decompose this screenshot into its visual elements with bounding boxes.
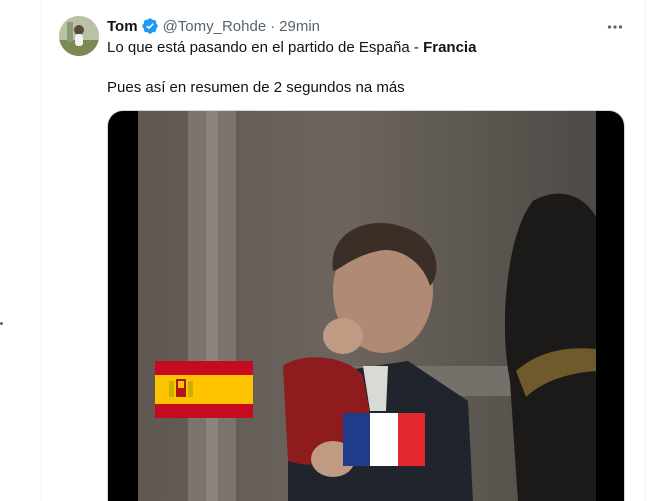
- edge-dot: [0, 322, 3, 325]
- more-options-button[interactable]: [602, 14, 628, 40]
- tweet-text-line-1: Lo que está pasando en el partido de Esp…: [107, 38, 627, 58]
- tweet-text-line-2: Pues así en resumen de 2 segundos na más: [107, 79, 405, 96]
- avatar-image: [59, 16, 99, 56]
- tweet-text-gap: [107, 58, 627, 78]
- verified-badge-icon[interactable]: [141, 17, 159, 35]
- tweet-text: Lo que está pasando en el partido de Esp…: [107, 38, 627, 98]
- timeline-right-border: [645, 0, 646, 501]
- video-still: [138, 111, 596, 501]
- tweet[interactable]: Tom @Tomy_Rohde · 29min Lo que está pasa…: [42, 0, 645, 501]
- video-frame[interactable]: [138, 111, 596, 501]
- tweet-header: Tom @Tomy_Rohde · 29min: [107, 16, 320, 36]
- avatar[interactable]: [59, 16, 99, 56]
- author-handle[interactable]: @Tomy_Rohde: [163, 18, 267, 35]
- tweet-timestamp[interactable]: 29min: [279, 18, 320, 35]
- france-flag-icon: [343, 413, 425, 466]
- more-horizontal-icon: [607, 25, 623, 29]
- tweet-text-bold: Francia: [423, 39, 477, 56]
- header-separator: ·: [270, 17, 276, 35]
- tweet-text-prefix: Lo que está pasando en el partido de Esp…: [107, 39, 424, 56]
- author-display-name[interactable]: Tom: [107, 18, 138, 35]
- video-player[interactable]: [107, 110, 625, 501]
- spain-flag-icon: [155, 361, 253, 418]
